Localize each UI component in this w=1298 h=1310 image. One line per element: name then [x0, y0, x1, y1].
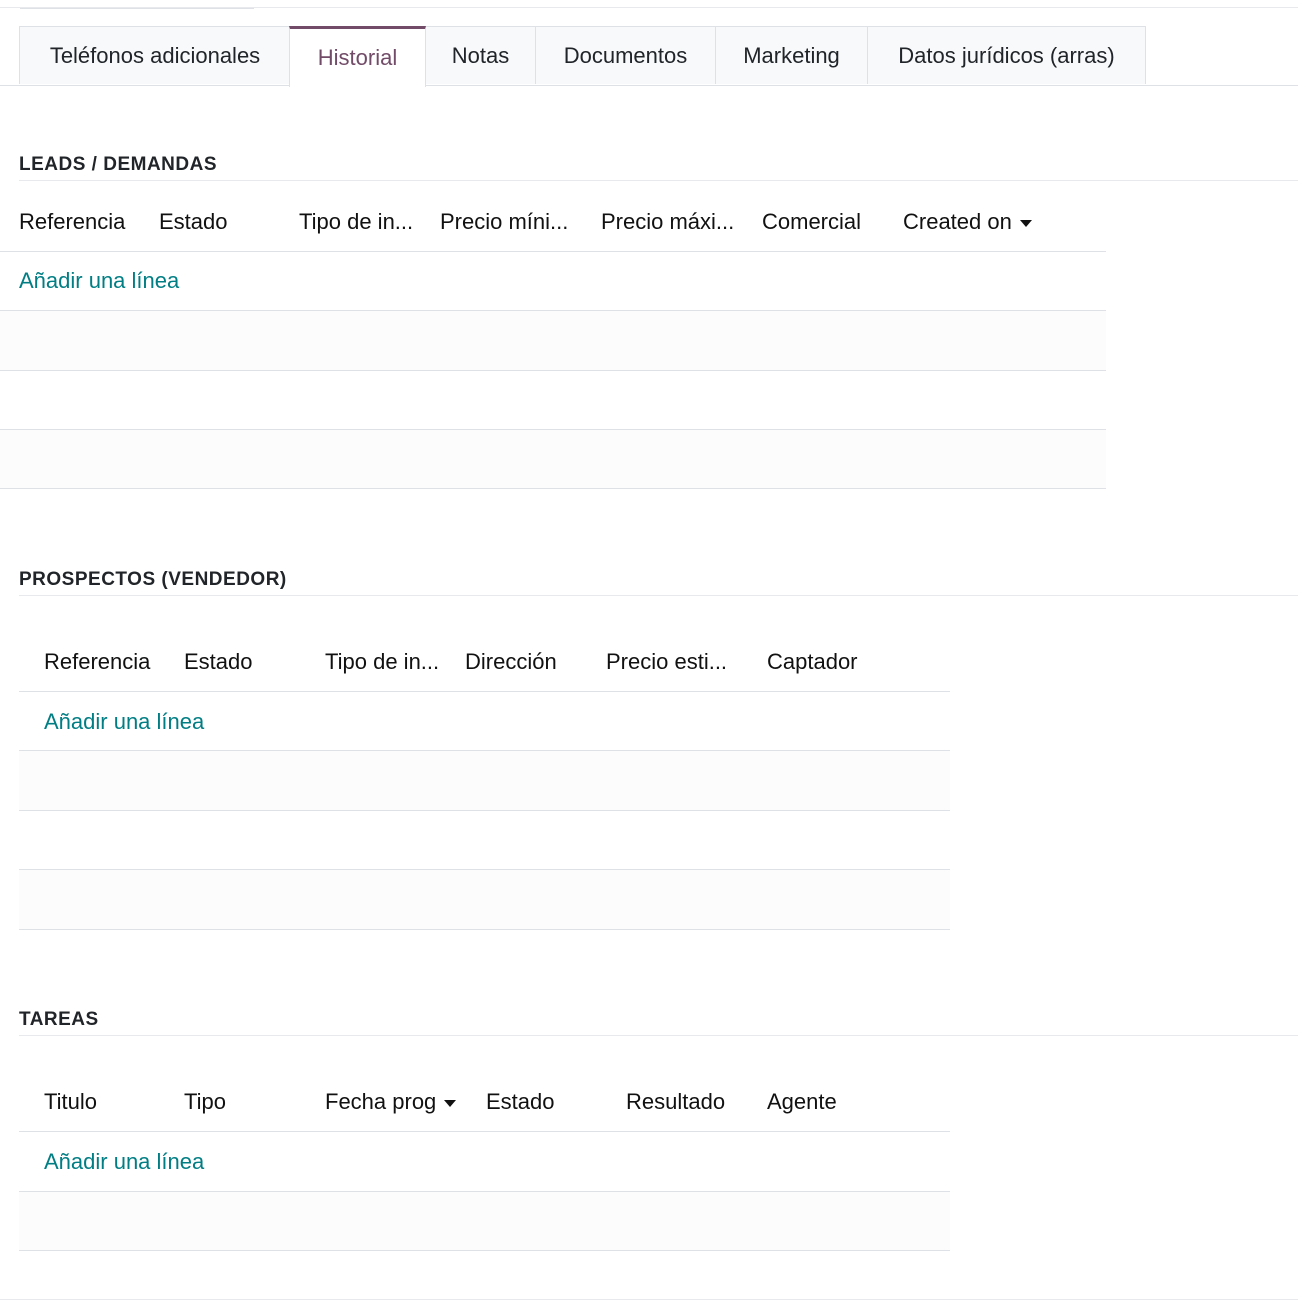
section-title-tareas: TAREAS: [19, 1009, 99, 1030]
column-header-tipo-inmueble[interactable]: Tipo de in...: [325, 649, 439, 675]
bottom-divider: [0, 1299, 1298, 1300]
add-line-link[interactable]: Añadir una línea: [44, 709, 204, 735]
column-header-label: Fecha prog: [325, 1089, 437, 1114]
tab-label: Notas: [451, 42, 510, 68]
column-header-estado[interactable]: Estado: [486, 1089, 555, 1115]
section-divider: [19, 1035, 1298, 1036]
table-row: [0, 311, 1106, 370]
table-row: [0, 430, 1106, 488]
column-header-direccion[interactable]: Dirección: [465, 649, 557, 675]
column-header-precio-estimado[interactable]: Precio esti...: [606, 649, 727, 675]
row-divider: [19, 929, 950, 930]
tab-historial[interactable]: Historial: [289, 26, 426, 87]
tab-label: Documentos: [563, 42, 688, 68]
section-divider: [19, 180, 1298, 181]
tab-label: Marketing: [743, 42, 840, 68]
column-header-estado[interactable]: Estado: [159, 209, 228, 235]
tab-datos-juridicos[interactable]: Datos jurídicos (arras): [867, 26, 1146, 84]
caret-down-icon: [1019, 219, 1032, 227]
caret-down-icon: [444, 1099, 457, 1107]
column-header-referencia[interactable]: Referencia: [44, 649, 150, 675]
table-header-divider: [19, 1131, 950, 1132]
row-divider: [0, 370, 1106, 371]
column-header-precio-maximo[interactable]: Precio máxi...: [601, 209, 734, 235]
section-title-prospectos: PROSPECTOS (VENDEDOR): [19, 569, 287, 590]
column-header-tipo[interactable]: Tipo: [184, 1089, 226, 1115]
add-line-link[interactable]: Añadir una línea: [44, 1149, 204, 1175]
row-divider: [19, 1250, 950, 1251]
column-header-precio-minimo[interactable]: Precio míni...: [440, 209, 568, 235]
column-header-tipo-inmueble[interactable]: Tipo de in...: [299, 209, 413, 235]
column-header-captador[interactable]: Captador: [767, 649, 858, 675]
section-divider: [19, 595, 1298, 596]
section-title-leads: LEADS / DEMANDAS: [19, 154, 218, 175]
column-header-fecha-prog[interactable]: Fecha prog: [325, 1089, 457, 1115]
tab-label: Teléfonos adicionales: [49, 42, 261, 68]
add-line-link[interactable]: Añadir una línea: [19, 268, 179, 294]
tab-notas[interactable]: Notas: [425, 26, 536, 84]
tab-marketing[interactable]: Marketing: [715, 26, 868, 84]
tab-documentos[interactable]: Documentos: [535, 26, 716, 84]
table-row: [19, 751, 950, 810]
tab-telefonos-adicionales[interactable]: Teléfonos adicionales: [19, 26, 291, 84]
column-header-resultado[interactable]: Resultado: [626, 1089, 725, 1115]
table-header-divider: [19, 691, 950, 692]
table-row: [19, 1192, 950, 1250]
tab-label: Datos jurídicos (arras): [898, 42, 1115, 68]
table-header-divider: [0, 251, 1106, 252]
column-header-referencia[interactable]: Referencia: [19, 209, 125, 235]
tabs-baseline: [0, 85, 1298, 86]
tab-label: Historial: [317, 45, 398, 70]
column-header-estado[interactable]: Estado: [184, 649, 253, 675]
table-row: [19, 870, 950, 929]
column-header-agente[interactable]: Agente: [767, 1089, 837, 1115]
column-header-titulo[interactable]: Titulo: [44, 1089, 97, 1115]
column-header-label: Created on: [903, 209, 1012, 234]
top-divider: [0, 7, 1298, 8]
row-divider: [0, 488, 1106, 489]
column-header-comercial[interactable]: Comercial: [762, 209, 861, 235]
column-header-created-on[interactable]: Created on: [903, 209, 1032, 235]
row-divider: [19, 810, 950, 811]
notebook-tabs: Teléfonos adicionales Historial Notas Do…: [0, 26, 1298, 87]
